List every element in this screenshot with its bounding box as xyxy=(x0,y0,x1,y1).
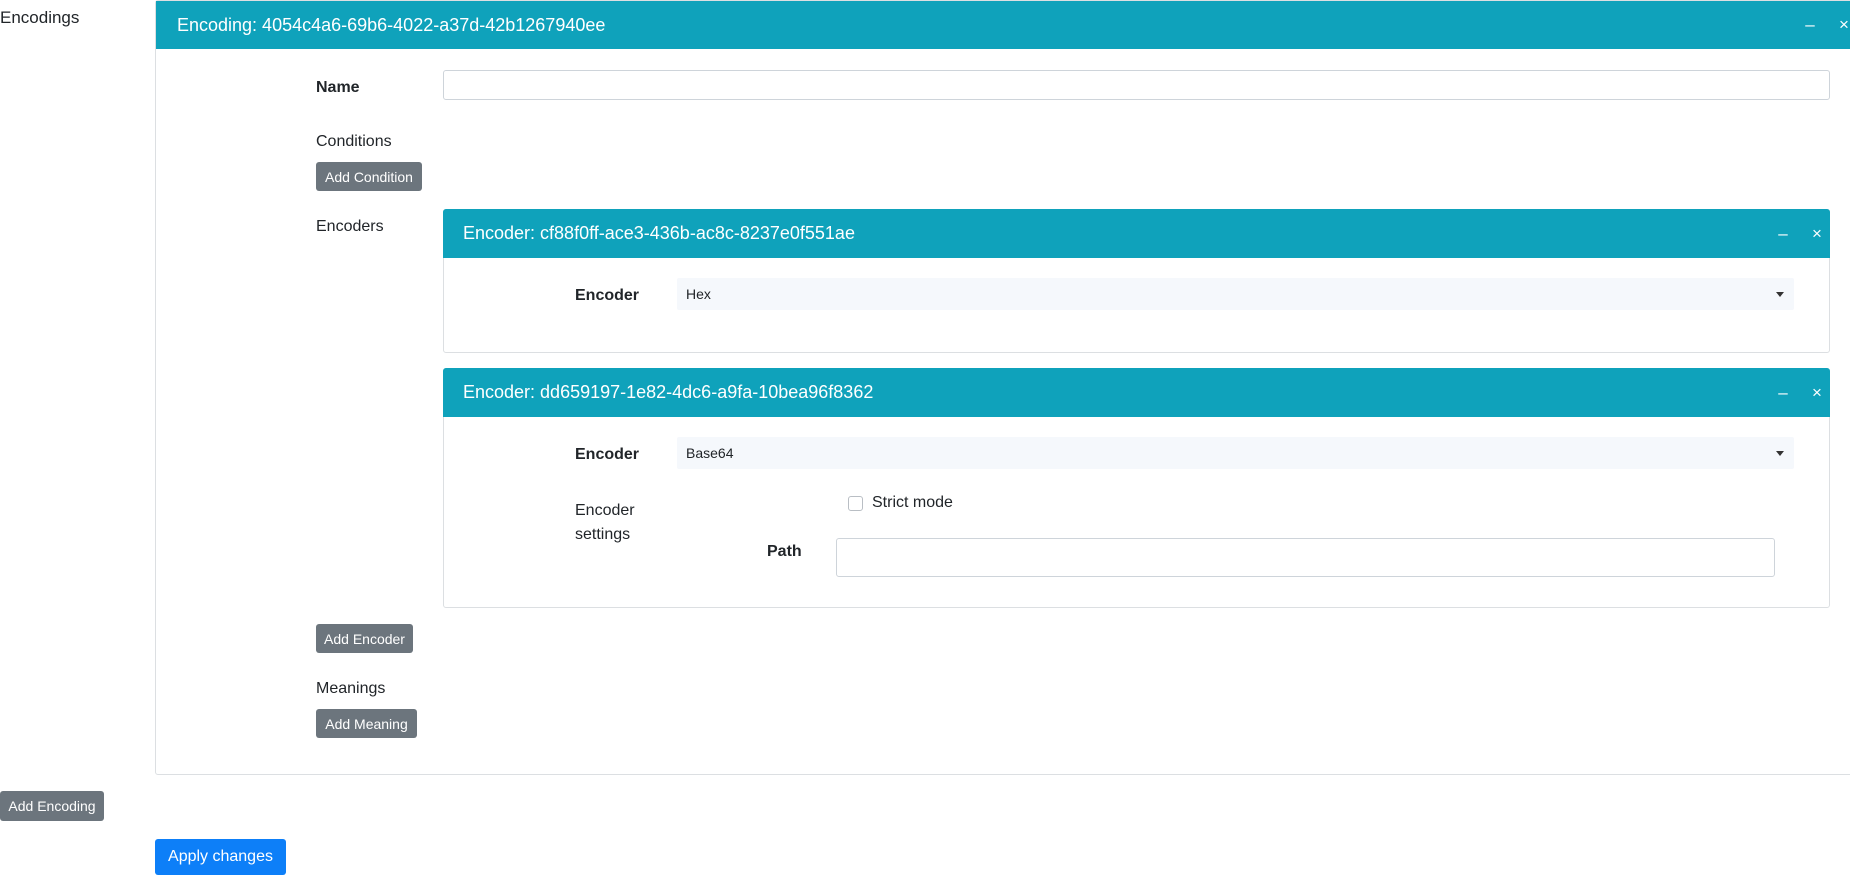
minimize-icon[interactable]: – xyxy=(1766,383,1800,403)
add-encoder-button[interactable]: Add Encoder xyxy=(316,624,413,653)
encoder-select-value: Base64 xyxy=(686,445,734,461)
name-input[interactable] xyxy=(443,70,1830,100)
strict-mode-label: Strict mode xyxy=(872,494,953,511)
encoder-title: Encoder: cf88f0ff-ace3-436b-ac8c-8237e0f… xyxy=(463,223,855,243)
encoder-card-header: Encoder: cf88f0ff-ace3-436b-ac8c-8237e0f… xyxy=(443,209,1830,258)
encoder-settings-label-line2: settings xyxy=(575,526,631,543)
add-condition-button[interactable]: Add Condition xyxy=(316,162,422,191)
apply-changes-button[interactable]: Apply changes xyxy=(155,839,286,875)
encoder-card: Encoder: cf88f0ff-ace3-436b-ac8c-8237e0f… xyxy=(443,209,1830,353)
encoding-title: Encoding: 4054c4a6-69b6-4022-a37d-42b126… xyxy=(177,14,606,35)
close-icon[interactable]: × xyxy=(1800,224,1834,244)
encoding-card-header: Encoding: 4054c4a6-69b6-4022-a37d-42b126… xyxy=(156,1,1850,49)
path-label: Path xyxy=(767,543,802,560)
encoder-select[interactable]: Hex xyxy=(677,278,1794,310)
encoder-title: Encoder: dd659197-1e82-4dc6-a9fa-10bea96… xyxy=(463,382,874,402)
close-icon[interactable]: × xyxy=(1827,15,1850,35)
name-label: Name xyxy=(316,79,360,96)
strict-mode-checkbox[interactable] xyxy=(848,496,863,511)
encoder-label: Encoder xyxy=(575,287,640,304)
chevron-down-icon xyxy=(1776,292,1784,297)
add-encoding-button[interactable]: Add Encoding xyxy=(0,791,104,821)
encoder-label: Encoder xyxy=(575,446,640,463)
encoder-select[interactable]: Base64 xyxy=(677,437,1794,469)
sidebar-label-encodings: Encodings xyxy=(0,8,80,27)
encoder-select-value: Hex xyxy=(686,286,711,302)
minimize-icon[interactable]: – xyxy=(1766,224,1800,244)
encoding-card: Encoding: 4054c4a6-69b6-4022-a37d-42b126… xyxy=(155,0,1850,775)
meanings-label: Meanings xyxy=(316,680,386,697)
encoder-settings-label: Encoder settings xyxy=(575,499,635,547)
encoder-settings-label-line1: Encoder xyxy=(575,502,635,519)
encoders-label: Encoders xyxy=(316,218,384,235)
path-input[interactable] xyxy=(836,538,1775,577)
encoder-card-header: Encoder: dd659197-1e82-4dc6-a9fa-10bea96… xyxy=(443,368,1830,417)
conditions-label: Conditions xyxy=(316,133,392,150)
minimize-icon[interactable]: – xyxy=(1793,15,1827,35)
add-meaning-button[interactable]: Add Meaning xyxy=(316,709,417,738)
encoder-card: Encoder: dd659197-1e82-4dc6-a9fa-10bea96… xyxy=(443,368,1830,608)
close-icon[interactable]: × xyxy=(1800,383,1834,403)
chevron-down-icon xyxy=(1776,451,1784,456)
